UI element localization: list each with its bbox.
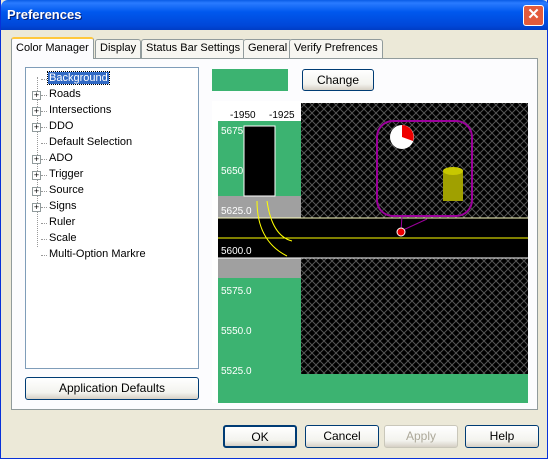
tree-item-multi-option-markre[interactable]: Multi-Option Markre xyxy=(26,247,198,263)
tab-label: Status Bar Settings xyxy=(146,42,241,54)
tree-dots xyxy=(41,111,47,112)
tree-dots xyxy=(41,159,47,160)
close-icon: ✕ xyxy=(527,6,540,23)
tree-dots xyxy=(41,127,47,128)
ruler-tick-label: -1950 xyxy=(230,110,256,121)
tree-dots xyxy=(41,95,47,96)
tab-general[interactable]: General xyxy=(243,39,293,58)
tree-item-label: Ruler xyxy=(49,216,76,228)
tree-item-label: Roads xyxy=(49,88,81,100)
change-button[interactable]: Change xyxy=(302,69,374,91)
tab-display[interactable]: Display xyxy=(95,39,142,58)
tree-item-label: Signs xyxy=(49,200,77,212)
ruler-tick-label: 5525.0 xyxy=(221,366,252,377)
ruler-tick-label: 5575.0 xyxy=(221,286,252,297)
left-ruler xyxy=(212,101,218,403)
tab-label: Verify Prefrences xyxy=(294,42,378,54)
tree-item-roads[interactable]: + Roads xyxy=(26,87,198,103)
apply-button[interactable]: Apply xyxy=(384,425,458,448)
tree-item-label: Scale xyxy=(49,232,77,244)
tree-dots xyxy=(41,79,47,80)
ruler-tick-label: 5600.0 xyxy=(221,246,252,257)
button-label: Application Defaults xyxy=(58,381,166,395)
expand-icon[interactable]: + xyxy=(32,107,41,116)
tree-item-label: Multi-Option Markre xyxy=(49,248,146,260)
tree-dots xyxy=(41,207,47,208)
map-preview: -1950 -1925 5675 5650 5625.0 5600.0 5575… xyxy=(212,101,528,403)
tree-dots xyxy=(41,175,47,176)
expand-icon[interactable]: + xyxy=(32,91,41,100)
tab-label: General xyxy=(248,42,288,54)
expand-icon[interactable]: + xyxy=(32,123,41,132)
expand-icon[interactable]: + xyxy=(32,203,41,212)
trigger-marker-icon xyxy=(396,227,406,237)
tab-label: Display xyxy=(100,42,137,54)
tree-dots xyxy=(41,223,47,224)
tree-item-ddo[interactable]: + DDO xyxy=(26,119,198,135)
tab-status-bar-settings[interactable]: Status Bar Settings xyxy=(141,39,246,58)
tree-item-default-selection[interactable]: Default Selection xyxy=(26,135,198,151)
ruler-tick-label: -1925 xyxy=(269,110,295,121)
tab-verify-prefrences[interactable]: Verify Prefrences xyxy=(289,39,383,58)
expand-icon[interactable]: + xyxy=(32,155,41,164)
button-label: Help xyxy=(489,429,515,443)
tree-item-source[interactable]: + Source xyxy=(26,183,198,199)
tree-dots xyxy=(41,239,47,240)
barrel-icon xyxy=(443,171,463,201)
button-label: OK xyxy=(251,430,269,444)
tab-color-manager[interactable]: Color Manager xyxy=(11,37,94,59)
ok-button[interactable]: OK xyxy=(223,425,297,448)
expand-icon[interactable]: + xyxy=(32,171,41,180)
tree-dots xyxy=(41,143,47,144)
ruler-tick-label: 5625.0 xyxy=(221,206,252,217)
tree-item-label: Source xyxy=(49,184,84,196)
tree-item-label: Intersections xyxy=(49,104,112,116)
barrel-top xyxy=(443,167,463,175)
expand-icon[interactable]: + xyxy=(32,187,41,196)
tree-item-trigger[interactable]: + Trigger xyxy=(26,167,198,183)
vertical-road xyxy=(243,125,276,197)
preferences-window: Preferences ✕ Color Manager Display Stat… xyxy=(0,0,548,459)
tree-item-label: Default Selection xyxy=(49,136,133,148)
category-tree[interactable]: Background + Roads + Intersections + DDO De… xyxy=(25,67,199,369)
tree-item-scale[interactable]: Scale xyxy=(26,231,198,247)
help-button[interactable]: Help xyxy=(465,425,539,448)
ruler-tick-label: 5550.0 xyxy=(221,326,252,337)
ruler-tick-label: 5650 xyxy=(221,166,244,177)
tree-item-ruler[interactable]: Ruler xyxy=(26,215,198,231)
button-label: Cancel xyxy=(323,429,361,443)
tree-item-label: Trigger xyxy=(49,168,84,180)
close-button[interactable]: ✕ xyxy=(523,5,544,26)
cancel-button[interactable]: Cancel xyxy=(305,425,379,448)
ruler-tick-label: 5675 xyxy=(221,126,244,137)
tree-item-intersections[interactable]: + Intersections xyxy=(26,103,198,119)
tree-item-label: ADO xyxy=(49,152,73,164)
tree-item-label: DDO xyxy=(49,120,74,132)
application-defaults-button[interactable]: Application Defaults xyxy=(25,377,199,400)
tree-item-signs[interactable]: + Signs xyxy=(26,199,198,215)
title-bar[interactable]: Preferences ✕ xyxy=(1,0,548,30)
button-label: Apply xyxy=(405,429,437,443)
tab-label: Color Manager xyxy=(16,42,89,54)
tree-dots xyxy=(41,191,47,192)
tree-dots xyxy=(41,255,47,256)
tree-item-background[interactable]: Background xyxy=(26,71,198,87)
tree-item-ado[interactable]: + ADO xyxy=(26,151,198,167)
tree-item-label: Background xyxy=(47,71,110,85)
color-swatch xyxy=(212,69,288,91)
window-title: Preferences xyxy=(7,7,82,22)
button-label: Change xyxy=(316,73,360,87)
